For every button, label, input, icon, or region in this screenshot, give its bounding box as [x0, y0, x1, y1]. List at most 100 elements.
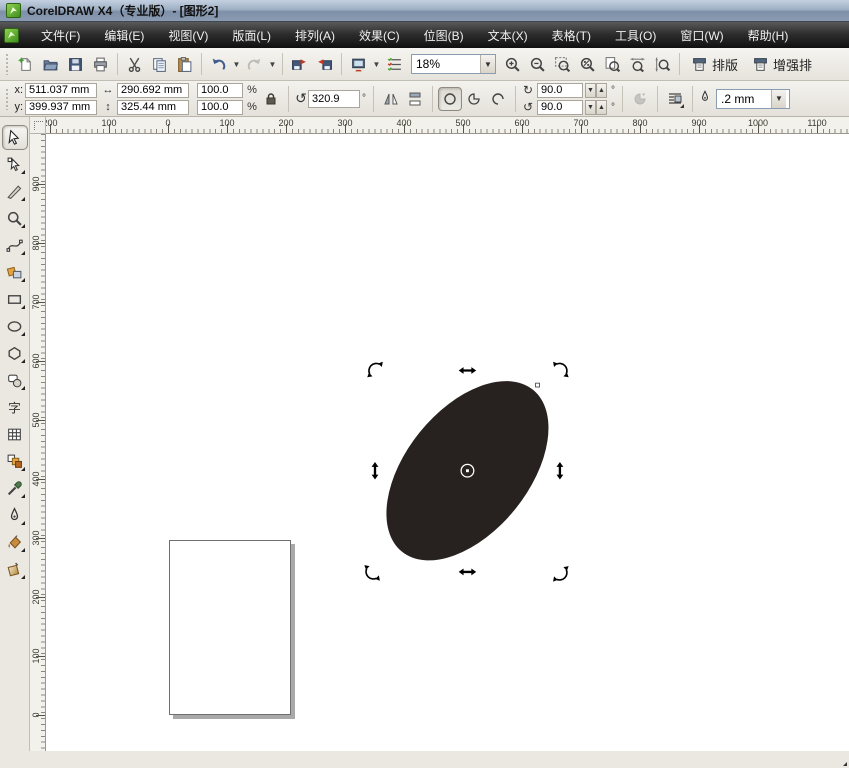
freehand-tool-button[interactable] [2, 233, 28, 258]
scale-horizontal-field[interactable] [197, 82, 243, 98]
arc-mode-button[interactable] [486, 87, 510, 111]
outline-tool-button[interactable] [2, 503, 28, 528]
mirror-horizontal-button[interactable] [379, 87, 403, 111]
x-position-field[interactable] [25, 82, 97, 98]
lock-ratio-button[interactable] [259, 87, 283, 111]
zoom-in-button[interactable] [500, 52, 525, 76]
app-launcher-button[interactable] [346, 52, 371, 76]
zoom-all-icon [579, 56, 596, 73]
zoom-all-objects-button[interactable] [575, 52, 600, 76]
skew-handle-bottom[interactable] [458, 568, 477, 576]
toolbar-grip[interactable] [5, 53, 10, 75]
smart-fill-tool-icon [6, 264, 23, 281]
menu-text[interactable]: 文本(X) [476, 25, 540, 47]
outline-width-value[interactable] [717, 91, 771, 106]
blend-tool-button[interactable] [2, 449, 28, 474]
zoom-page-height-button[interactable] [650, 52, 675, 76]
import-button[interactable] [287, 52, 312, 76]
object-height-field[interactable] [117, 99, 189, 115]
start-angle-field[interactable] [537, 82, 583, 98]
rectangle-tool-button[interactable] [2, 287, 28, 312]
start-angle-up-button[interactable]: ▲ [596, 82, 607, 98]
menu-table[interactable]: 表格(T) [540, 25, 603, 47]
mirror-vertical-icon [409, 92, 421, 105]
drawing-canvas[interactable] [46, 134, 849, 751]
pie-mode-button[interactable] [462, 87, 486, 111]
paste-button[interactable] [172, 52, 197, 76]
save-button[interactable] [63, 52, 88, 76]
ruler-tick-label: 500 [455, 118, 471, 128]
zoom-tool-button[interactable] [2, 206, 28, 231]
skew-handle-top[interactable] [458, 367, 477, 374]
menu-layout[interactable]: 版面(L) [220, 25, 283, 47]
new-document-button[interactable] [13, 52, 38, 76]
skew-handle-left[interactable] [371, 461, 379, 480]
menu-file[interactable]: 文件(F) [29, 25, 92, 47]
property-bar-grip[interactable] [5, 87, 10, 110]
welcome-screen-button[interactable] [382, 52, 407, 76]
rotation-angle-field[interactable] [308, 89, 360, 108]
zoom-page-button[interactable] [600, 52, 625, 76]
ruler-tick-label: 100 [31, 648, 41, 664]
undo-button[interactable] [206, 52, 231, 76]
chevron-down-icon[interactable]: ▼ [480, 55, 495, 73]
layout-workspace-button[interactable]: 排版 [684, 52, 745, 76]
smart-fill-tool-button[interactable] [2, 260, 28, 285]
mirror-vertical-button[interactable] [403, 87, 427, 111]
eyedropper-tool-button[interactable] [2, 476, 28, 501]
skew-handle-right[interactable] [556, 461, 564, 480]
open-button[interactable] [38, 52, 63, 76]
chevron-down-icon[interactable]: ▼ [267, 52, 278, 76]
menu-effects[interactable]: 效果(C) [347, 25, 412, 47]
cut-button[interactable] [122, 52, 147, 76]
rotate-handle-bottom-right[interactable] [552, 565, 570, 583]
zoom-level-value[interactable] [412, 57, 480, 71]
ellipse-mode-button[interactable] [438, 86, 462, 111]
menu-tools[interactable]: 工具(O) [603, 25, 668, 47]
fill-tool-button[interactable] [2, 530, 28, 555]
outline-width-select[interactable]: ▼ [716, 88, 790, 109]
zoom-page-width-button[interactable] [625, 52, 650, 76]
wrap-text-button[interactable] [663, 87, 687, 111]
shape-tool-button[interactable] [2, 152, 28, 177]
menu-arrange[interactable]: 排列(A) [283, 25, 347, 47]
y-position-field[interactable] [25, 99, 97, 115]
rotate-handle-top-right[interactable] [552, 360, 570, 379]
menu-view[interactable]: 视图(V) [156, 25, 220, 47]
chevron-down-icon[interactable]: ▼ [771, 89, 786, 108]
zoom-selected-button[interactable] [550, 52, 575, 76]
print-button[interactable] [88, 52, 113, 76]
ellipse-tool-button[interactable] [2, 314, 28, 339]
ruler-origin-corner[interactable] [30, 117, 46, 134]
ellipse-node[interactable] [535, 382, 540, 388]
start-angle-down-button[interactable]: ▼ [585, 82, 596, 98]
pick-tool-button[interactable] [1, 125, 28, 150]
menu-edit[interactable]: 编辑(E) [92, 25, 156, 47]
rotate-handle-top-left[interactable] [366, 360, 384, 379]
polygon-tool-button[interactable] [2, 341, 28, 366]
zoom-level-select[interactable]: ▼ [411, 54, 496, 74]
copy-button[interactable] [147, 52, 172, 76]
chevron-down-icon[interactable]: ▼ [371, 52, 382, 76]
menu-help[interactable]: 帮助(H) [736, 25, 801, 47]
object-width-field[interactable] [117, 82, 189, 98]
zoom-out-button[interactable] [525, 52, 550, 76]
text-tool-button[interactable]: 字 [2, 395, 28, 420]
document-icon[interactable] [4, 27, 19, 43]
enhanced-workspace-button[interactable]: 增强排 [745, 52, 819, 76]
end-angle-down-button[interactable]: ▼ [585, 99, 596, 115]
horizontal-ruler[interactable]: 2001000100200300400500600700800900100011… [46, 117, 849, 134]
crop-tool-button[interactable] [2, 179, 28, 204]
chevron-down-icon[interactable]: ▼ [231, 52, 242, 76]
interactive-fill-tool-button[interactable] [2, 557, 28, 582]
export-button[interactable] [312, 52, 337, 76]
menu-bitmaps[interactable]: 位图(B) [412, 25, 476, 47]
menu-window[interactable]: 窗口(W) [668, 25, 735, 47]
basic-shapes-tool-button[interactable] [2, 368, 28, 393]
scale-vertical-field[interactable] [197, 99, 243, 115]
rotate-handle-bottom-left[interactable] [363, 564, 381, 582]
vertical-ruler[interactable]: 900 800 700 600 500 400 300 200 100 0 [30, 134, 46, 751]
table-tool-button[interactable] [2, 422, 28, 447]
end-angle-field[interactable] [537, 99, 583, 115]
end-angle-up-button[interactable]: ▲ [596, 99, 607, 115]
